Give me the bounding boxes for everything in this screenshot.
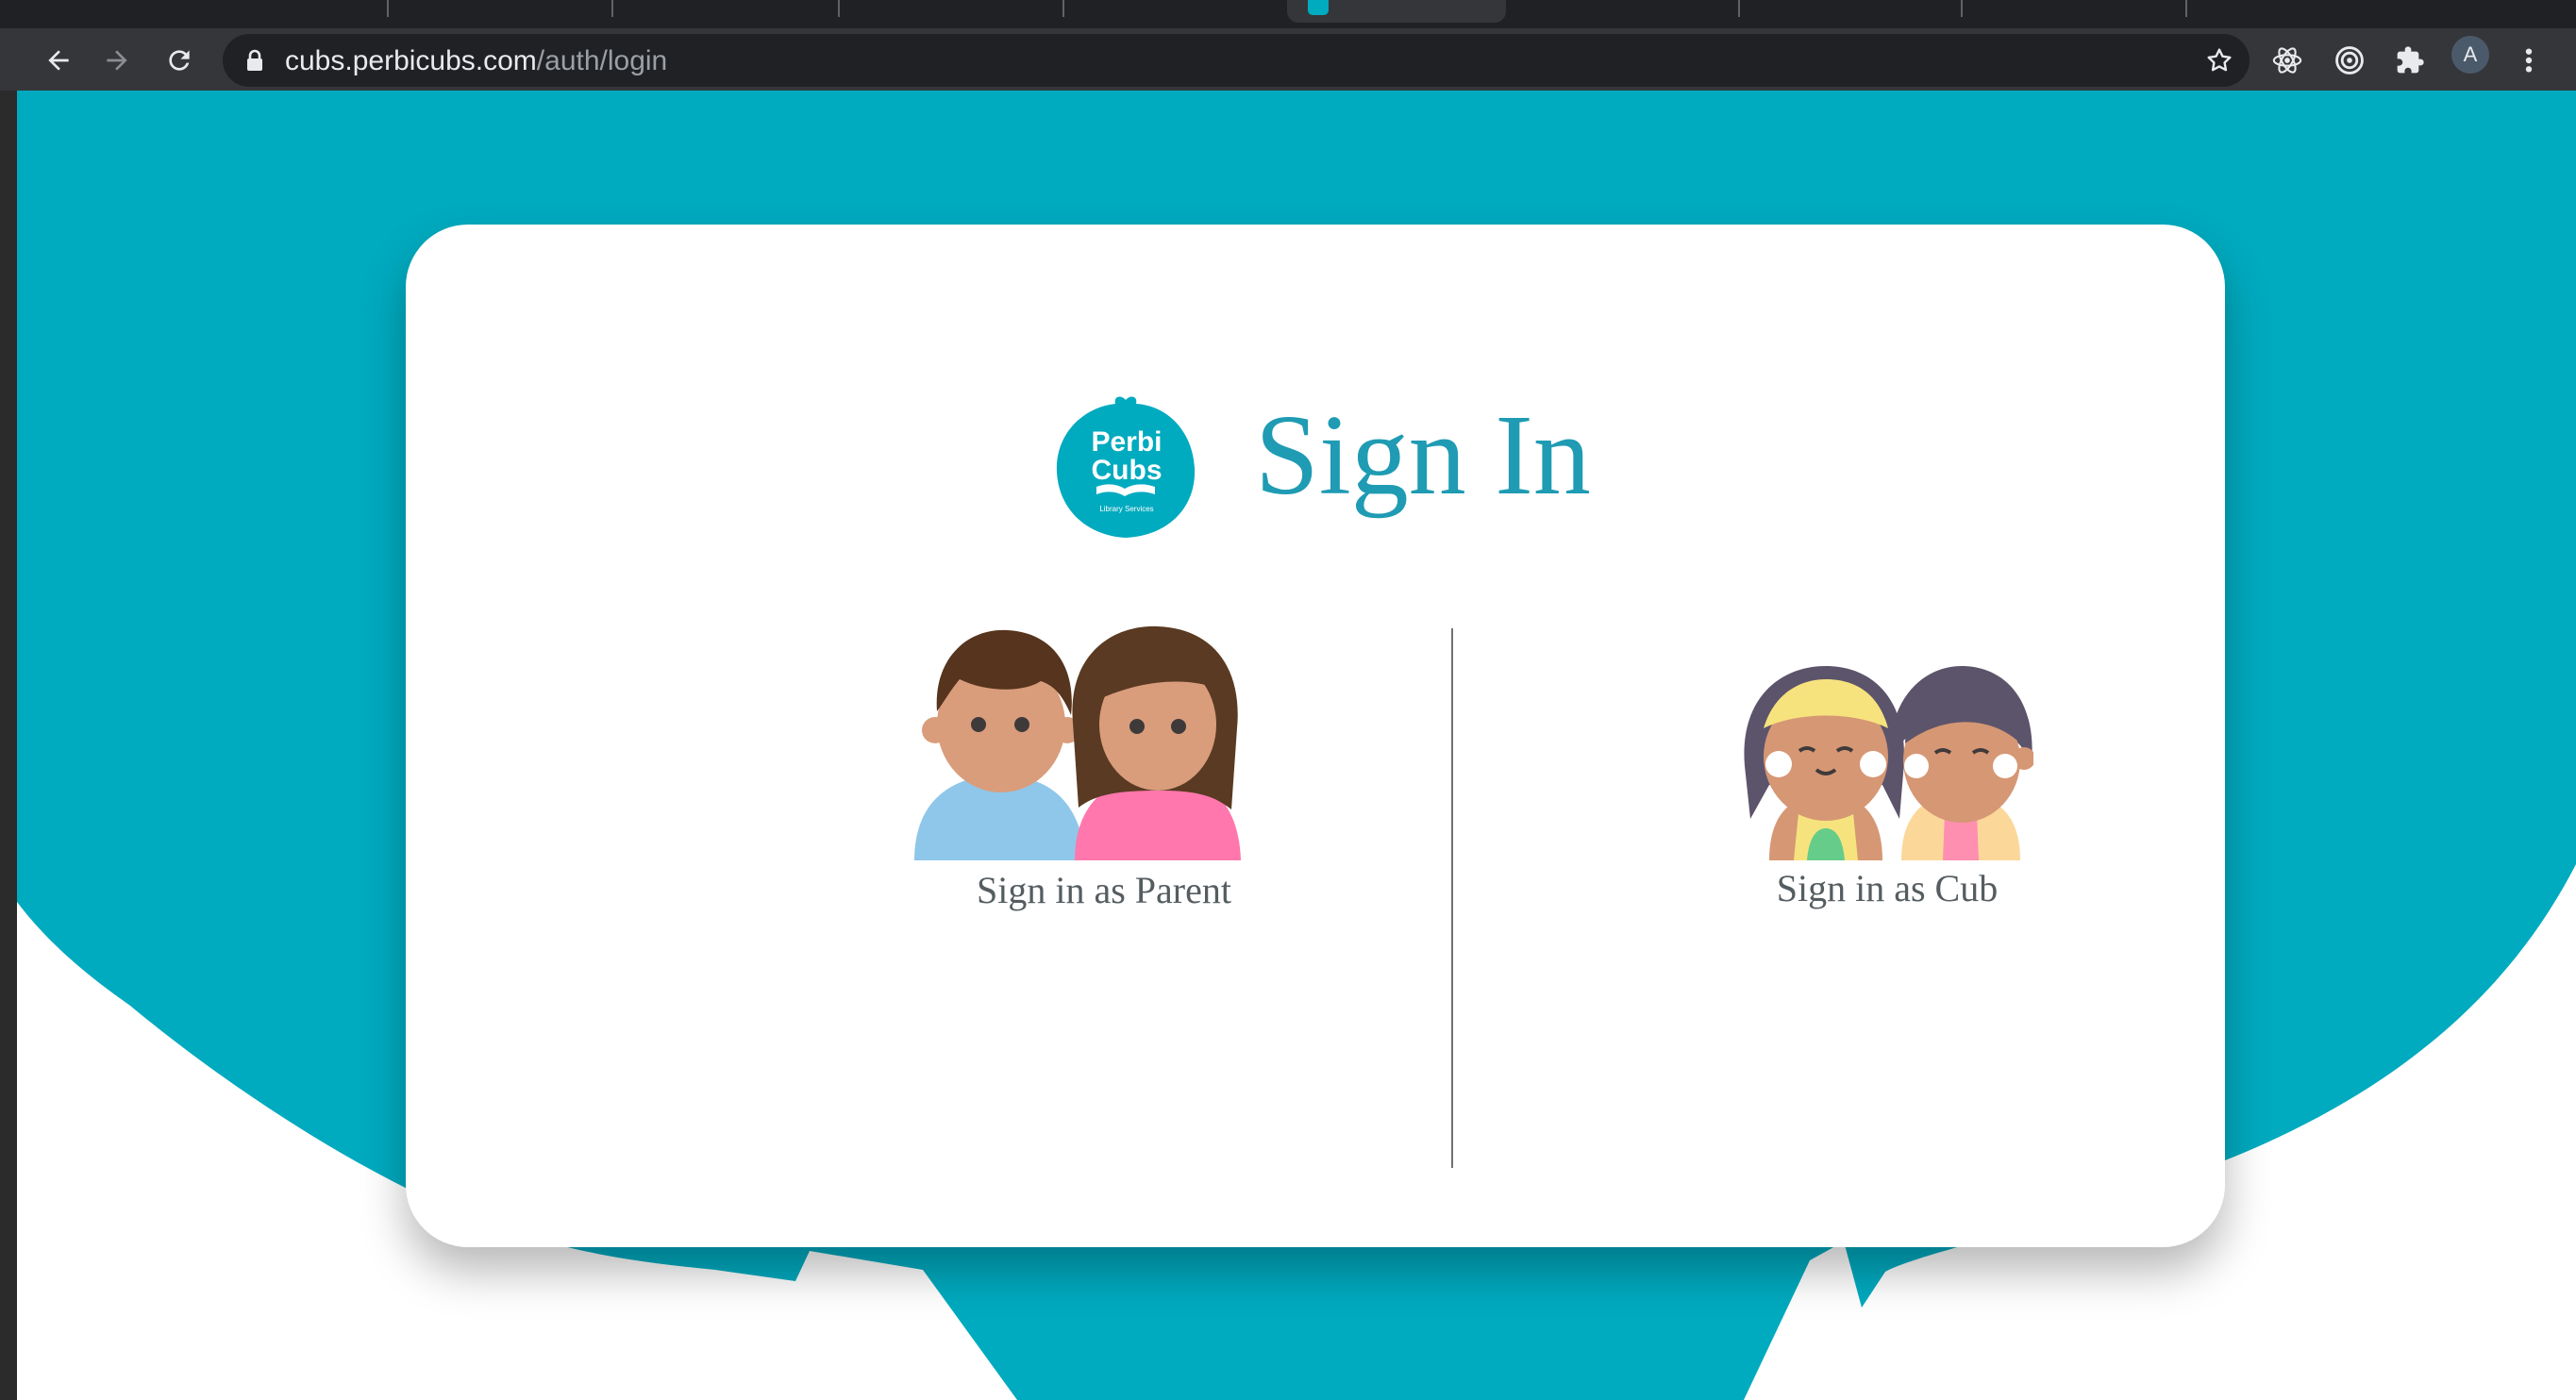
- tab-separator: [1738, 0, 1740, 17]
- react-atom-icon: [2272, 47, 2302, 74]
- back-button[interactable]: [40, 42, 77, 79]
- sign-in-as-parent-label[interactable]: Sign in as Parent: [977, 868, 1231, 912]
- extensions-button[interactable]: [2389, 40, 2431, 81]
- forward-arrow-icon: [107, 50, 127, 71]
- cubs-illustration: [1744, 666, 2033, 860]
- profile-avatar[interactable]: A: [2451, 36, 2489, 74]
- logo-text-perbi: Perbi: [1091, 426, 1162, 458]
- tab-favicon-icon: [1308, 0, 1329, 15]
- tab-separator: [387, 0, 389, 17]
- browser-menu-button[interactable]: [2508, 40, 2550, 81]
- tab-separator: [1961, 0, 1963, 17]
- kebab-menu-icon: [2525, 48, 2533, 73]
- browser-toolbar: cubs.perbicubs.com/auth/login A: [0, 28, 2576, 91]
- logo-tagline: Library Services: [1099, 505, 1153, 513]
- forward-button[interactable]: [98, 42, 136, 79]
- url-text: cubs.perbicubs.com/auth/login: [285, 45, 667, 77]
- react-devtools-extension-button[interactable]: [2267, 40, 2308, 81]
- sign-in-as-cub-option[interactable]: Sign in as Cub: [1642, 625, 2133, 910]
- sign-in-as-parent-option[interactable]: Sign in as Parent: [830, 625, 1321, 912]
- sign-in-as-cub-label[interactable]: Sign in as Cub: [1777, 866, 1998, 910]
- url-host: cubs.perbicubs.com: [285, 45, 537, 76]
- target-extension-button[interactable]: [2329, 40, 2370, 81]
- page-title: Sign In: [1255, 392, 1591, 519]
- target-circle-icon: [2335, 46, 2364, 75]
- tab-separator: [838, 0, 840, 17]
- devtools-edge: [0, 91, 17, 1400]
- lock-icon: [247, 49, 262, 71]
- reload-icon: [169, 50, 190, 71]
- bookmark-star-icon[interactable]: [2204, 45, 2234, 75]
- tab-active[interactable]: [1287, 0, 1506, 23]
- page-viewport: Perbi Cubs Library Services Sign In Sign…: [17, 91, 2576, 1400]
- url-path: /auth/login: [536, 45, 668, 76]
- sign-in-card: Perbi Cubs Library Services Sign In Sign…: [406, 225, 2225, 1247]
- reload-button[interactable]: [160, 42, 198, 79]
- logo-text-cubs: Cubs: [1092, 455, 1163, 486]
- parents-illustration: [914, 625, 1241, 860]
- options-divider: [1451, 628, 1453, 1168]
- back-arrow-icon: [48, 50, 69, 71]
- tab-separator: [1062, 0, 1064, 17]
- tab-separator: [611, 0, 613, 17]
- perbi-cubs-logo: Perbi Cubs Library Services: [1056, 396, 1196, 538]
- puzzle-piece-icon: [2397, 46, 2424, 74]
- address-bar[interactable]: cubs.perbicubs.com/auth/login: [223, 34, 2250, 87]
- tab-strip: [0, 0, 2576, 28]
- tab-separator: [2185, 0, 2187, 17]
